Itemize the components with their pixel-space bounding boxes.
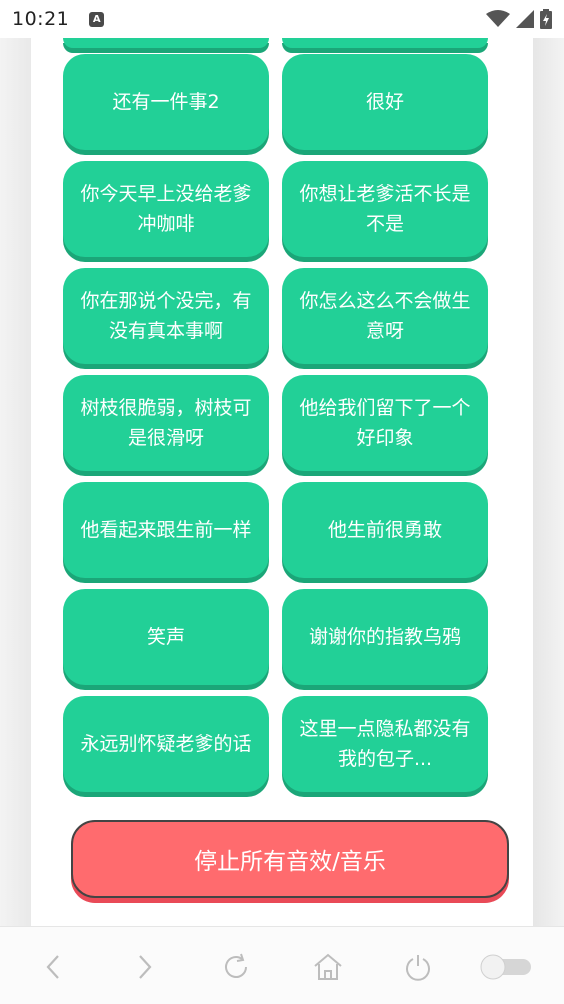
- sound-button[interactable]: 很好: [282, 54, 488, 150]
- sound-button[interactable]: 你怎么这么不会做生意呀: [282, 268, 488, 364]
- sound-button[interactable]: 他看起来跟生前一样: [63, 482, 269, 578]
- status-bar: 10:21 A: [0, 0, 564, 38]
- forward-icon[interactable]: [124, 947, 164, 987]
- signal-icon: [516, 10, 534, 28]
- back-icon[interactable]: [34, 947, 74, 987]
- sound-button[interactable]: 你想让老爹活不长是不是: [282, 161, 488, 257]
- sound-button-cut[interactable]: [63, 38, 269, 48]
- toggle-icon[interactable]: [478, 947, 534, 987]
- sound-button[interactable]: 还有一件事2: [63, 54, 269, 150]
- sound-button[interactable]: 你今天早上没给老爹冲咖啡: [63, 161, 269, 257]
- power-icon[interactable]: [398, 947, 438, 987]
- sound-button[interactable]: 永远别怀疑老爹的话: [63, 696, 269, 792]
- sound-button[interactable]: 这里一点隐私都没有我的包子...: [282, 696, 488, 792]
- battery-charging-icon: [540, 9, 552, 29]
- bottom-navigation-bar: [0, 926, 564, 1004]
- home-icon[interactable]: [308, 947, 348, 987]
- wifi-icon: [486, 10, 510, 27]
- sound-button[interactable]: 你在那说个没完，有没有真本事啊: [63, 268, 269, 364]
- stop-all-sounds-button[interactable]: 停止所有音效/音乐: [71, 820, 509, 898]
- sound-button[interactable]: 谢谢你的指教乌鸦: [282, 589, 488, 685]
- page-margin-right: [533, 38, 564, 926]
- sound-button[interactable]: 树枝很脆弱，树枝可是很滑呀: [63, 375, 269, 471]
- sound-button[interactable]: 他给我们留下了一个好印象: [282, 375, 488, 471]
- refresh-icon[interactable]: [216, 947, 256, 987]
- sound-button-cut[interactable]: [282, 38, 488, 48]
- status-icons: [486, 9, 552, 29]
- notification-icon: A: [89, 11, 105, 27]
- sound-button[interactable]: 笑声: [63, 589, 269, 685]
- page-margin-left: [0, 38, 31, 926]
- sound-board[interactable]: 还有一件事2 很好 你今天早上没给老爹冲咖啡 你想让老爹活不长是不是 你在那说个…: [31, 38, 533, 926]
- sound-button[interactable]: 他生前很勇敢: [282, 482, 488, 578]
- status-time: 10:21: [12, 8, 70, 30]
